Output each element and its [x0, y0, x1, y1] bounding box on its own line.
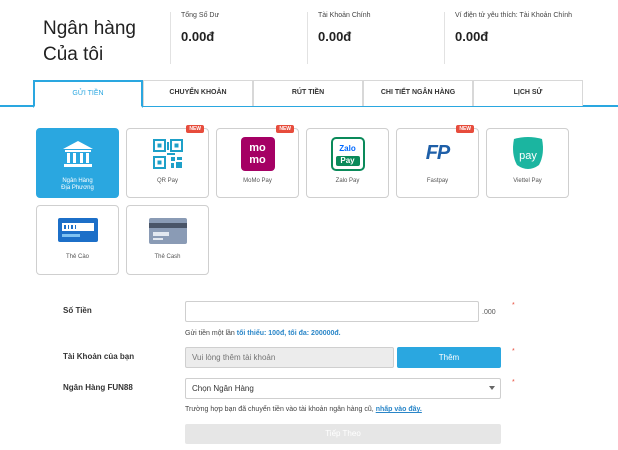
add-account-button[interactable]: Thêm — [397, 347, 501, 368]
method-label: Ngân Hàng — [62, 178, 93, 184]
method-qr-pay[interactable]: NEW QR Pay — [126, 125, 209, 198]
momo-logo-icon: mo mo — [240, 137, 275, 171]
chevron-down-icon — [489, 386, 495, 390]
viettelpay-logo-icon: pay — [512, 137, 543, 169]
amount-hint: Gửi tiền một lần tối thiểu: 100đ, tối đa… — [185, 330, 341, 337]
click-here-link[interactable]: nhấp vào đây. — [376, 406, 422, 413]
next-button[interactable]: Tiếp Theo — [185, 424, 501, 444]
method-zalo-pay[interactable]: Zalo Pay Zalo Pay — [306, 128, 389, 198]
bank-select[interactable]: Chọn Ngân Hàng — [185, 378, 501, 399]
page-title-line1: Ngân hàng — [43, 18, 136, 39]
method-cash-card[interactable]: Thẻ Cash — [126, 205, 209, 275]
method-label: Thẻ Cash — [154, 254, 181, 260]
method-momo-pay[interactable]: NEW mo mo MoMo Pay — [216, 125, 299, 198]
stat-value: 0.00đ — [181, 29, 215, 44]
method-local-bank[interactable]: Ngân Hàng Địa Phương — [36, 128, 119, 198]
required-mark: * — [512, 379, 515, 386]
page-title: Ngân hàng Của tôi — [43, 16, 136, 68]
amount-label: Số Tiền — [63, 306, 92, 315]
stat-value: 0.00đ — [318, 29, 352, 44]
svg-text:pay: pay — [519, 150, 537, 162]
required-mark: * — [512, 302, 515, 309]
tab-withdraw[interactable]: Rút Tiền — [253, 80, 363, 106]
tab-bank-details[interactable]: Chi Tiết Ngân Hàng — [363, 80, 473, 106]
old-account-note: Trường hợp bạn đã chuyển tiền vào tài kh… — [185, 406, 422, 413]
page-title-line2: Của tôi — [43, 44, 104, 65]
stat-total-balance: Tổng Số Dư 0.00đ — [170, 12, 219, 64]
required-mark: * — [512, 348, 515, 355]
method-label: Viettel Pay — [513, 178, 542, 184]
method-fastpay[interactable]: NEW FP Fastpay — [396, 125, 479, 198]
new-badge: NEW — [186, 125, 204, 133]
stat-label: Tài Khoản Chính — [318, 12, 371, 19]
tab-deposit[interactable]: Gửi Tiền — [33, 80, 143, 108]
stat-main-account: Tài Khoản Chính 0.00đ — [307, 12, 371, 64]
method-label: MoMo Pay — [243, 178, 272, 184]
tab-history[interactable]: Lịch Sử — [473, 80, 583, 106]
method-scratch-card[interactable]: Thẻ Cào — [36, 205, 119, 275]
new-badge: NEW — [276, 125, 294, 133]
stat-label: Tổng Số Dư — [181, 12, 220, 19]
stat-favorite-wallet: Ví điện tử yêu thích: Tài Khoản Chính 0.… — [444, 12, 572, 64]
amount-input[interactable] — [185, 301, 479, 322]
stat-value: 0.00đ — [455, 29, 489, 44]
new-badge: NEW — [456, 125, 474, 133]
tab-transfer[interactable]: Chuyển Khoản — [143, 80, 253, 106]
method-label: Fastpay — [426, 178, 449, 184]
method-label: Địa Phương — [61, 185, 94, 191]
amount-suffix: .000 — [482, 309, 496, 316]
qr-code-icon — [152, 139, 183, 169]
bank-icon — [62, 141, 93, 167]
cash-card-icon — [148, 218, 187, 244]
fastpay-logo-icon: FP — [425, 142, 451, 164]
stat-label: Ví điện tử yêu thích: Tài Khoản Chính — [455, 12, 573, 19]
account-header: Ngân hàng Của tôi Tổng Số Dư 0.00đ Tài K… — [0, 0, 618, 78]
bank-label: Ngân Hàng FUN88 — [63, 383, 133, 392]
zalopay-logo-icon: Zalo Pay — [330, 137, 365, 171]
method-label: QR Pay — [156, 178, 178, 184]
method-label: Zalo Pay — [335, 178, 360, 184]
account-label: Tài Khoản của bạn — [63, 352, 135, 361]
method-label: Thẻ Cào — [65, 254, 89, 260]
method-viettel-pay[interactable]: pay Viettel Pay — [486, 128, 569, 198]
scratch-card-icon — [57, 218, 98, 242]
bank-select-value: Chọn Ngân Hàng — [192, 384, 254, 393]
account-input[interactable] — [185, 347, 394, 368]
